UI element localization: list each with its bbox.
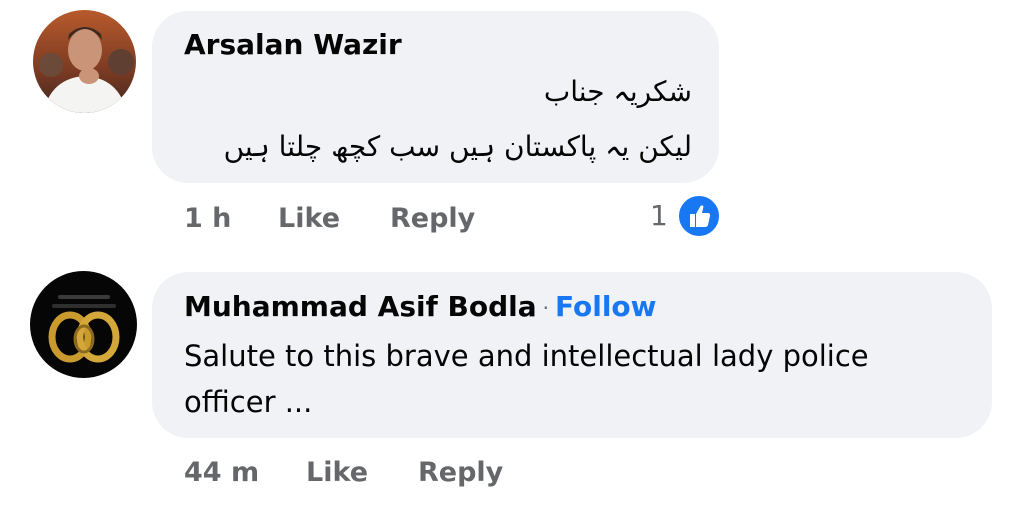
- comment-muhammad-asif-bodla: Muhammad Asif Bodla · Follow Salute to thi…: [0, 0, 1024, 524]
- follow-button[interactable]: Follow: [555, 290, 657, 323]
- comment-text: Salute to this brave and intellectual la…: [184, 339, 869, 419]
- separator-dot: ·: [542, 296, 549, 320]
- reply-button[interactable]: Reply: [418, 457, 503, 488]
- avatar[interactable]: [30, 271, 137, 378]
- comment-timestamp[interactable]: 44 m: [184, 457, 259, 488]
- avatar-photo: [30, 271, 137, 378]
- author-name-link[interactable]: Muhammad Asif Bodla: [184, 290, 537, 323]
- like-button[interactable]: Like: [306, 457, 368, 488]
- author-name: Muhammad Asif Bodla · Follow: [184, 290, 657, 323]
